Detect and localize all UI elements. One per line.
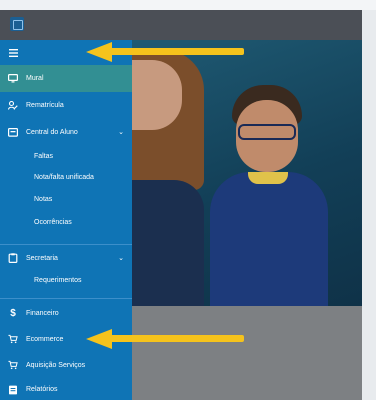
boy-uniform (210, 172, 328, 306)
sidebar-item-label: Mural (26, 75, 44, 82)
annotation-arrow-ecommerce (86, 329, 244, 349)
report-icon (8, 385, 18, 395)
arrow-shaft (110, 48, 244, 55)
sidebar-subitem-nota-falta-unificada[interactable]: Nota/falta unificada (0, 167, 166, 188)
sidebar-item-aquisicao-servicos[interactable]: Aquisição Serviços (0, 353, 132, 377)
sidebar-item-label: Ecommerce (26, 335, 64, 343)
sidebar-subitem-label: Requerimentos (34, 276, 82, 284)
graduation-cap-icon (8, 127, 18, 137)
hamburger-icon[interactable] (8, 48, 18, 58)
app-frame: Mural Rematrícula Central do Aluno ⌄ Fal… (0, 0, 376, 400)
sidebar-subitem-label: Nota/falta unificada (34, 174, 94, 181)
sidebar-item-label: Rematrícula (26, 102, 64, 109)
banner-image (132, 40, 362, 306)
boy-collar (248, 172, 288, 184)
sidebar-item-relatorios[interactable]: Relatórios (0, 379, 132, 400)
sidebar-subitem-ocorrencias[interactable]: Ocorrências (0, 210, 166, 234)
sidebar-item-label: Central do Aluno (26, 128, 78, 136)
sidebar-item-label: Aquisição Serviços (26, 361, 86, 369)
sidebar-subitem-label: Ocorrências (34, 218, 72, 226)
arrow-head (86, 329, 112, 349)
arrow-shaft (110, 335, 244, 342)
chevron-down-icon: ⌄ (118, 129, 124, 136)
sidebar-item-secretaria[interactable]: Secretaria ⌄ (0, 247, 132, 269)
sidebar-subitem-notas[interactable]: Notas (0, 188, 166, 210)
boy-glasses (238, 124, 296, 140)
school-logo-icon[interactable] (10, 17, 24, 31)
cart-icon (8, 360, 18, 370)
app-header (0, 10, 362, 40)
annotation-arrow-menu (86, 42, 244, 62)
dollar-icon: $ (10, 307, 16, 319)
clipboard-icon (8, 253, 18, 263)
sidebar-item-label: Relatórios (26, 386, 58, 393)
sidebar-item-financeiro[interactable]: $ Financeiro (0, 301, 132, 325)
sidebar-subitem-label: Faltas (34, 152, 54, 160)
sidebar-item-label: Financeiro (26, 309, 59, 317)
sidebar-divider (0, 298, 132, 299)
user-edit-icon (8, 101, 18, 111)
sidebar-item-central-do-aluno[interactable]: Central do Aluno ⌄ (0, 119, 132, 145)
monitor-icon (8, 74, 18, 84)
sidebar-subitem-faltas[interactable]: Faltas (0, 145, 166, 167)
arrow-head (86, 42, 112, 62)
top-strip-right (130, 0, 376, 10)
girl-face (132, 60, 182, 130)
sidebar-item-mural[interactable]: Mural (0, 65, 132, 92)
chevron-down-icon: ⌄ (118, 255, 124, 262)
sidebar-subitem-label: Notas (34, 195, 53, 203)
sidebar-divider (0, 244, 132, 245)
sidebar-item-rematricula[interactable]: Rematrícula (0, 92, 132, 119)
sidebar-subitem-requerimentos[interactable]: Requerimentos (0, 269, 166, 291)
sidebar-item-label: Secretaria (26, 254, 58, 262)
cart-icon (8, 334, 18, 344)
